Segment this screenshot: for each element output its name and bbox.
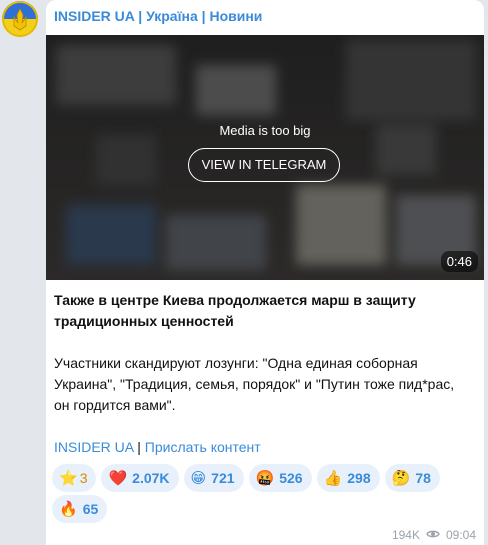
post-title: Также в центре Киева продолжается марш в… bbox=[54, 292, 416, 329]
post-text: Также в центре Киева продолжается марш в… bbox=[54, 290, 470, 458]
message-meta: 194K 09:04 bbox=[392, 528, 476, 542]
reaction-count: 2.07K bbox=[132, 470, 170, 486]
reaction-angry[interactable]: 🤬 526 bbox=[248, 464, 312, 492]
post-links: INSIDER UA | Прислать контент bbox=[54, 437, 470, 458]
channel-link[interactable]: INSIDER UA bbox=[54, 439, 133, 455]
reaction-thumbs-up[interactable]: 👍 298 bbox=[316, 464, 380, 492]
thinking-icon: 🤔 bbox=[391, 469, 411, 487]
reactions-bar: ⭐ 3 ❤️ 2.07K 😁 721 🤬 526 👍 298 🤔 78 🔥 65 bbox=[52, 464, 472, 526]
grin-icon: 😁 bbox=[190, 469, 207, 487]
link-separator: | bbox=[133, 439, 145, 455]
angry-icon: 🤬 bbox=[255, 469, 275, 487]
message-time: 09:04 bbox=[445, 528, 476, 542]
reaction-count: 3 bbox=[79, 470, 88, 486]
channel-name[interactable]: INSIDER UA | Україна | Новини bbox=[54, 8, 262, 24]
reaction-thinking[interactable]: 🤔 78 bbox=[384, 464, 440, 492]
view-count: 194K bbox=[391, 528, 420, 542]
thumbs-up-icon: 👍 bbox=[323, 469, 343, 487]
submit-content-link[interactable]: Прислать контент bbox=[145, 439, 261, 455]
reaction-grin[interactable]: 😁 721 bbox=[183, 464, 244, 492]
message-bubble: INSIDER UA | Україна | Новини Media is t… bbox=[46, 0, 484, 545]
reaction-stars[interactable]: ⭐ 3 bbox=[52, 464, 97, 492]
star-icon: ⭐ bbox=[59, 469, 78, 487]
eye-icon bbox=[426, 528, 440, 542]
reaction-count: 526 bbox=[279, 470, 303, 486]
video-duration: 0:46 bbox=[440, 251, 478, 272]
channel-avatar[interactable] bbox=[2, 1, 38, 37]
reaction-count: 78 bbox=[415, 470, 431, 486]
video-preview[interactable]: Media is too big VIEW IN TELEGRAM 0:46 bbox=[46, 35, 484, 280]
fire-icon: 🔥 bbox=[59, 500, 78, 518]
heart-icon: ❤️ bbox=[108, 469, 128, 487]
reaction-fire[interactable]: 🔥 65 bbox=[52, 495, 108, 523]
reaction-count: 721 bbox=[211, 470, 235, 486]
reaction-count: 298 bbox=[347, 470, 371, 486]
reaction-count: 65 bbox=[82, 501, 99, 517]
reaction-heart[interactable]: ❤️ 2.07K bbox=[101, 464, 179, 492]
view-in-telegram-button[interactable]: VIEW IN TELEGRAM bbox=[188, 148, 340, 182]
media-too-big-message: Media is too big bbox=[219, 123, 311, 138]
post-body: Участники скандируют лозунги: "Одна един… bbox=[54, 355, 455, 413]
